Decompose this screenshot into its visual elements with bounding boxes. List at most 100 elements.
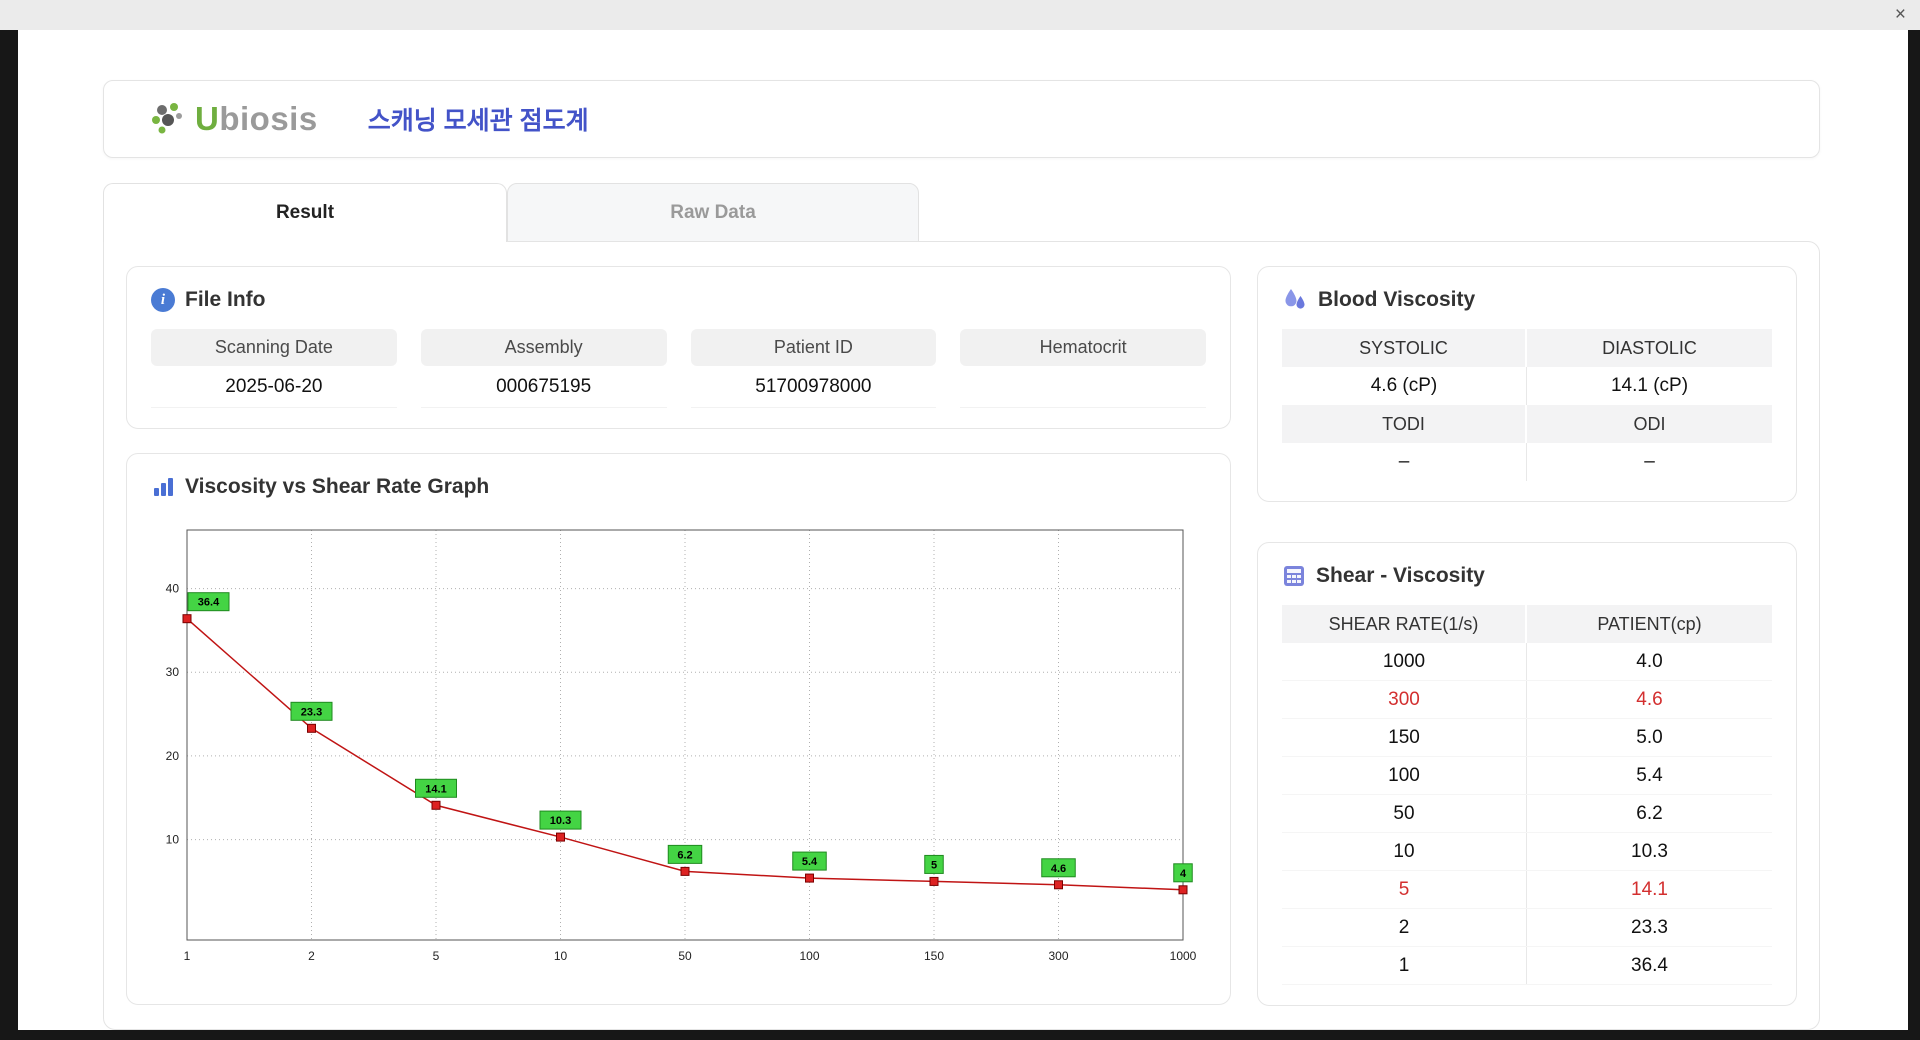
svg-text:23.3: 23.3: [301, 706, 322, 718]
blood-viscosity-header-row: SYSTOLIC DIASTOLIC: [1282, 329, 1772, 367]
shear-viscosity-table: SHEAR RATE(1/s) PATIENT(cp) 1000 4.0 300 4.6…: [1282, 605, 1772, 985]
header-card: Ubiosis 스캐닝 모세관 점도계: [103, 80, 1820, 158]
bar-chart-icon: [154, 478, 173, 496]
field-label: Patient ID: [690, 329, 937, 366]
svg-text:4.6: 4.6: [1051, 863, 1066, 875]
file-info-field-patient-id: Patient ID 51700978000: [690, 329, 937, 408]
file-info-fields: Scanning Date 2025-06-20 Assembly 000675195…: [151, 329, 1206, 408]
graph-title: Viscosity vs Shear Rate Graph: [185, 475, 490, 498]
main-panel: i File Info Scanning Date 2025-06-20 Assem…: [103, 241, 1820, 1030]
shear-viscosity-rows: 1000 4.0 300 4.6 150 5.0 100 5.4 50 6.2 10 10.3 5 14.…: [1282, 643, 1772, 985]
patient-viscosity-cell: 23.3: [1631, 916, 1668, 938]
svg-text:36.4: 36.4: [198, 597, 220, 609]
blood-viscosity-value: 4.6 (cP): [1282, 367, 1527, 405]
field-value: 51700978000: [690, 366, 937, 408]
shear-rate-cell: 100: [1282, 757, 1527, 794]
file-info-title: File Info: [185, 288, 266, 311]
svg-text:4: 4: [1180, 868, 1187, 880]
patient-viscosity-cell: 36.4: [1631, 954, 1668, 976]
blood-viscosity-value-row: – –: [1282, 443, 1772, 481]
shear-rate-cell: 5: [1282, 871, 1527, 908]
table-grid-icon: [1284, 566, 1304, 586]
logo-text: Ubiosis: [195, 100, 318, 137]
viscosity-chart: 1 2 5 10 50 100 150 300 1000 10 20 30 40 36.4 23.3 14.1…: [151, 516, 1206, 984]
viscosity-shear-chart: 1 2 5 10 50 100 150 300 1000 10 20 30 40 36.4 23.3 14.1…: [166, 529, 1197, 963]
patient-viscosity-cell: 4.6: [1636, 688, 1663, 710]
logo-dots-icon: [152, 103, 182, 134]
svg-text:300: 300: [1048, 949, 1068, 963]
svg-text:14.1: 14.1: [425, 783, 446, 795]
data-point-marker: [556, 832, 565, 842]
shear-viscosity-title-row: Shear - Viscosity: [1282, 563, 1772, 589]
file-info-title-row: i File Info: [151, 287, 1206, 313]
svg-text:6.2: 6.2: [677, 849, 692, 861]
window-titlebar: ×: [0, 0, 1920, 30]
data-point-marker: [431, 800, 441, 810]
svg-text:100: 100: [799, 949, 819, 963]
tab-result[interactable]: Result: [103, 183, 507, 242]
svg-text:20: 20: [166, 749, 180, 763]
graph-card: Viscosity vs Shear Rate Graph 1 2 5 10 50 100…: [126, 453, 1231, 1005]
close-icon[interactable]: ×: [1895, 3, 1906, 27]
shear-rate-cell: 10: [1282, 833, 1527, 870]
table-row: 100 5.4: [1282, 757, 1772, 795]
blood-viscosity-title-row: Blood Viscosity: [1282, 287, 1772, 313]
table-row: 5 14.1: [1282, 871, 1772, 909]
blood-viscosity-card: Blood Viscosity SYSTOLIC DIASTOLIC 4.6 (cP…: [1257, 266, 1797, 502]
column-header-shear-rate-1-s: SHEAR RATE(1/s): [1282, 605, 1527, 643]
field-label: Scanning Date: [151, 329, 397, 366]
file-info-field-hematocrit: Hematocrit: [960, 329, 1206, 408]
shear-viscosity-card: Shear - Viscosity SHEAR RATE(1/s) PATIENT…: [1257, 542, 1797, 1006]
patient-viscosity-cell: 6.2: [1636, 802, 1663, 824]
field-value: [960, 366, 1206, 408]
patient-viscosity-cell: 5.0: [1636, 726, 1663, 748]
data-point-marker: [680, 866, 690, 876]
blood-viscosity-value: 14.1 (cP): [1610, 375, 1689, 396]
tab-raw-data[interactable]: Raw Data: [507, 183, 919, 242]
patient-viscosity-cell: 14.1: [1631, 878, 1668, 900]
patient-viscosity-cell: 5.4: [1636, 764, 1663, 786]
svg-text:10.3: 10.3: [550, 815, 571, 827]
table-row: 2 23.3: [1282, 909, 1772, 947]
table-row: 10 10.3: [1282, 833, 1772, 871]
data-point-marker: [805, 873, 814, 883]
data-point-marker: [1054, 880, 1063, 890]
svg-text:40: 40: [166, 582, 180, 596]
shear-rate-cell: 1: [1282, 947, 1527, 984]
shear-rate-cell: 2: [1282, 909, 1527, 946]
shear-rate-cell: 300: [1282, 681, 1527, 718]
data-point-marker: [929, 876, 939, 886]
app-window: Ubiosis 스캐닝 모세관 점도계 Result Raw Data i Fi…: [18, 30, 1908, 1030]
blood-viscosity-header-row: TODI ODI: [1282, 405, 1772, 443]
data-point-marker: [1178, 885, 1188, 895]
ubiosis-logo: Ubiosis: [148, 100, 318, 138]
blood-droplet-icon: [1285, 289, 1305, 309]
tab-bar: Result Raw Data: [103, 183, 1820, 242]
svg-text:5: 5: [931, 859, 937, 871]
info-icon: i: [151, 288, 175, 312]
svg-text:5.4: 5.4: [802, 856, 818, 868]
shear-viscosity-header-row: SHEAR RATE(1/s) PATIENT(cp): [1282, 605, 1772, 643]
table-row: 50 6.2: [1282, 795, 1772, 833]
column-header-patient-cp: PATIENT(cp): [1527, 605, 1772, 643]
svg-text:5: 5: [433, 949, 440, 963]
field-value: 2025-06-20: [151, 366, 397, 408]
blood-viscosity-header-odi: ODI: [1527, 405, 1772, 443]
blood-viscosity-value: –: [1282, 443, 1527, 481]
blood-viscosity-value-row: 4.6 (cP) 14.1 (cP): [1282, 367, 1772, 405]
svg-text:2: 2: [308, 949, 315, 963]
shear-rate-cell: 50: [1282, 795, 1527, 832]
svg-text:1: 1: [184, 949, 191, 963]
svg-text:10: 10: [554, 949, 568, 963]
table-row: 1 36.4: [1282, 947, 1772, 985]
file-info-card: i File Info Scanning Date 2025-06-20 Assem…: [126, 266, 1231, 429]
blood-viscosity-table: SYSTOLIC DIASTOLIC 4.6 (cP) 14.1 (cP) TODI OD…: [1282, 329, 1772, 481]
blood-viscosity-header-systolic: SYSTOLIC: [1282, 329, 1527, 367]
left-column: i File Info Scanning Date 2025-06-20 Assem…: [126, 266, 1231, 1005]
shear-rate-cell: 1000: [1282, 643, 1527, 680]
blood-viscosity-header-todi: TODI: [1282, 405, 1527, 443]
svg-text:1000: 1000: [1170, 949, 1197, 963]
data-point-marker: [307, 723, 316, 733]
svg-text:10: 10: [166, 833, 180, 847]
right-column: Blood Viscosity SYSTOLIC DIASTOLIC 4.6 (cP…: [1257, 266, 1797, 1006]
